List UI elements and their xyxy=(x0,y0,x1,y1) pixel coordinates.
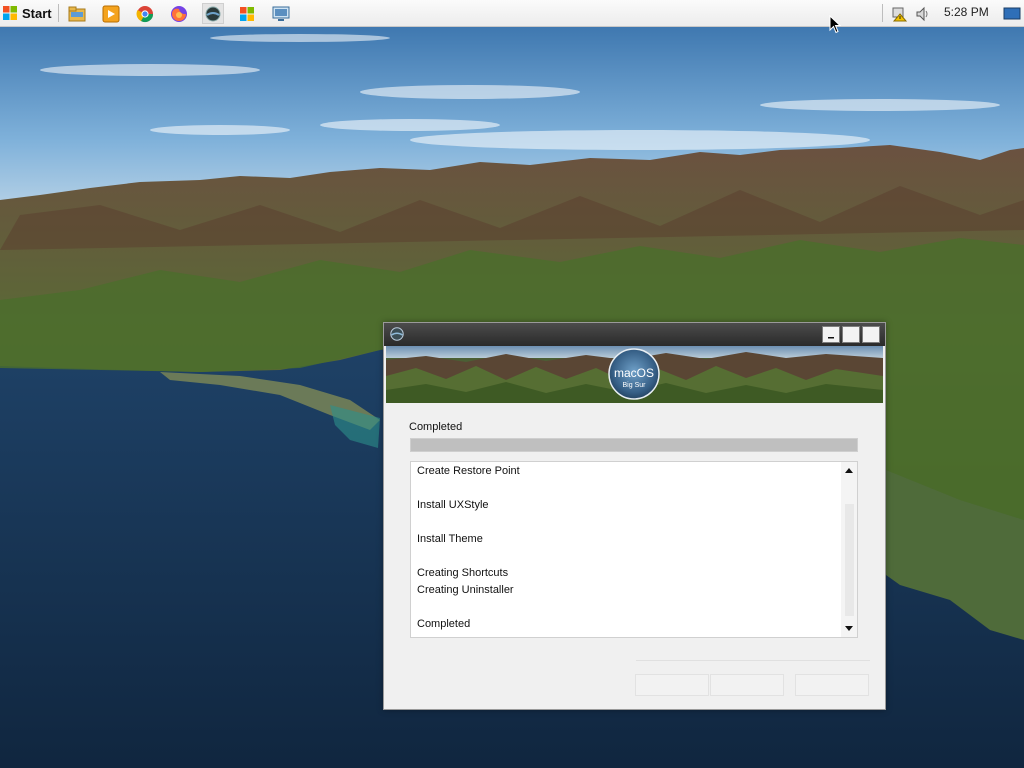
show-desktop-icon[interactable] xyxy=(1001,3,1023,24)
log-scrollbar[interactable] xyxy=(841,462,857,637)
maximize-button[interactable] xyxy=(842,326,860,343)
taskbar-separator xyxy=(58,4,59,22)
firefox-icon[interactable] xyxy=(168,3,190,24)
network-warning-icon[interactable] xyxy=(888,3,910,24)
log-line: Install Theme xyxy=(417,533,483,545)
tray-clock[interactable]: 5:28 PM xyxy=(944,5,989,19)
back-button[interactable] xyxy=(635,674,709,696)
progress-fill xyxy=(411,439,857,451)
file-explorer-icon[interactable] xyxy=(66,3,88,24)
minimize-button[interactable] xyxy=(822,326,840,343)
windows-logo-icon xyxy=(3,6,17,20)
app-icon xyxy=(390,327,404,341)
close-button[interactable] xyxy=(862,326,880,343)
chrome-icon[interactable] xyxy=(134,3,156,24)
remote-desktop-icon[interactable] xyxy=(270,3,292,24)
mouse-cursor-icon xyxy=(829,15,841,34)
media-player-icon[interactable] xyxy=(100,3,122,24)
tray-separator xyxy=(882,4,883,22)
scroll-track[interactable] xyxy=(845,504,854,616)
banner-image: macOS Big Sur xyxy=(386,346,883,403)
log-line: Creating Shortcuts xyxy=(417,567,509,579)
banner-subtitle: Big Sur xyxy=(623,382,647,389)
next-button[interactable] xyxy=(710,674,784,696)
installer-window: macOS Big Sur Completed Create Restore P… xyxy=(383,322,886,710)
log-line: Install UXStyle xyxy=(417,499,489,511)
start-label: Start xyxy=(22,5,52,21)
arrow-up-icon xyxy=(845,468,853,473)
windows-flag-icon[interactable] xyxy=(236,3,258,24)
footer-divider xyxy=(636,660,870,661)
scroll-up-button[interactable] xyxy=(841,462,857,479)
window-titlebar[interactable] xyxy=(384,323,885,346)
banner-title: macOS xyxy=(614,366,654,380)
macos-transformation-icon[interactable] xyxy=(202,3,224,24)
start-button[interactable]: Start xyxy=(2,2,54,24)
minimize-icon xyxy=(828,336,834,338)
volume-icon[interactable] xyxy=(912,3,934,24)
scroll-down-button[interactable] xyxy=(841,620,857,637)
log-line: Completed xyxy=(417,618,471,630)
arrow-down-icon xyxy=(845,626,853,631)
cancel-button[interactable] xyxy=(795,674,869,696)
install-log-list[interactable]: Create Restore Point Install UXStyle Ins… xyxy=(410,461,858,638)
status-label: Completed xyxy=(409,421,463,433)
taskbar: Start 5:28 PM xyxy=(0,0,1024,27)
log-line: Create Restore Point xyxy=(417,465,520,477)
installer-banner: macOS Big Sur xyxy=(386,346,883,403)
log-line: Creating Uninstaller xyxy=(417,584,514,596)
desktop: Start 5:28 PM macOS Big Sur Completed Cr… xyxy=(0,0,1024,768)
progress-bar xyxy=(410,438,858,452)
